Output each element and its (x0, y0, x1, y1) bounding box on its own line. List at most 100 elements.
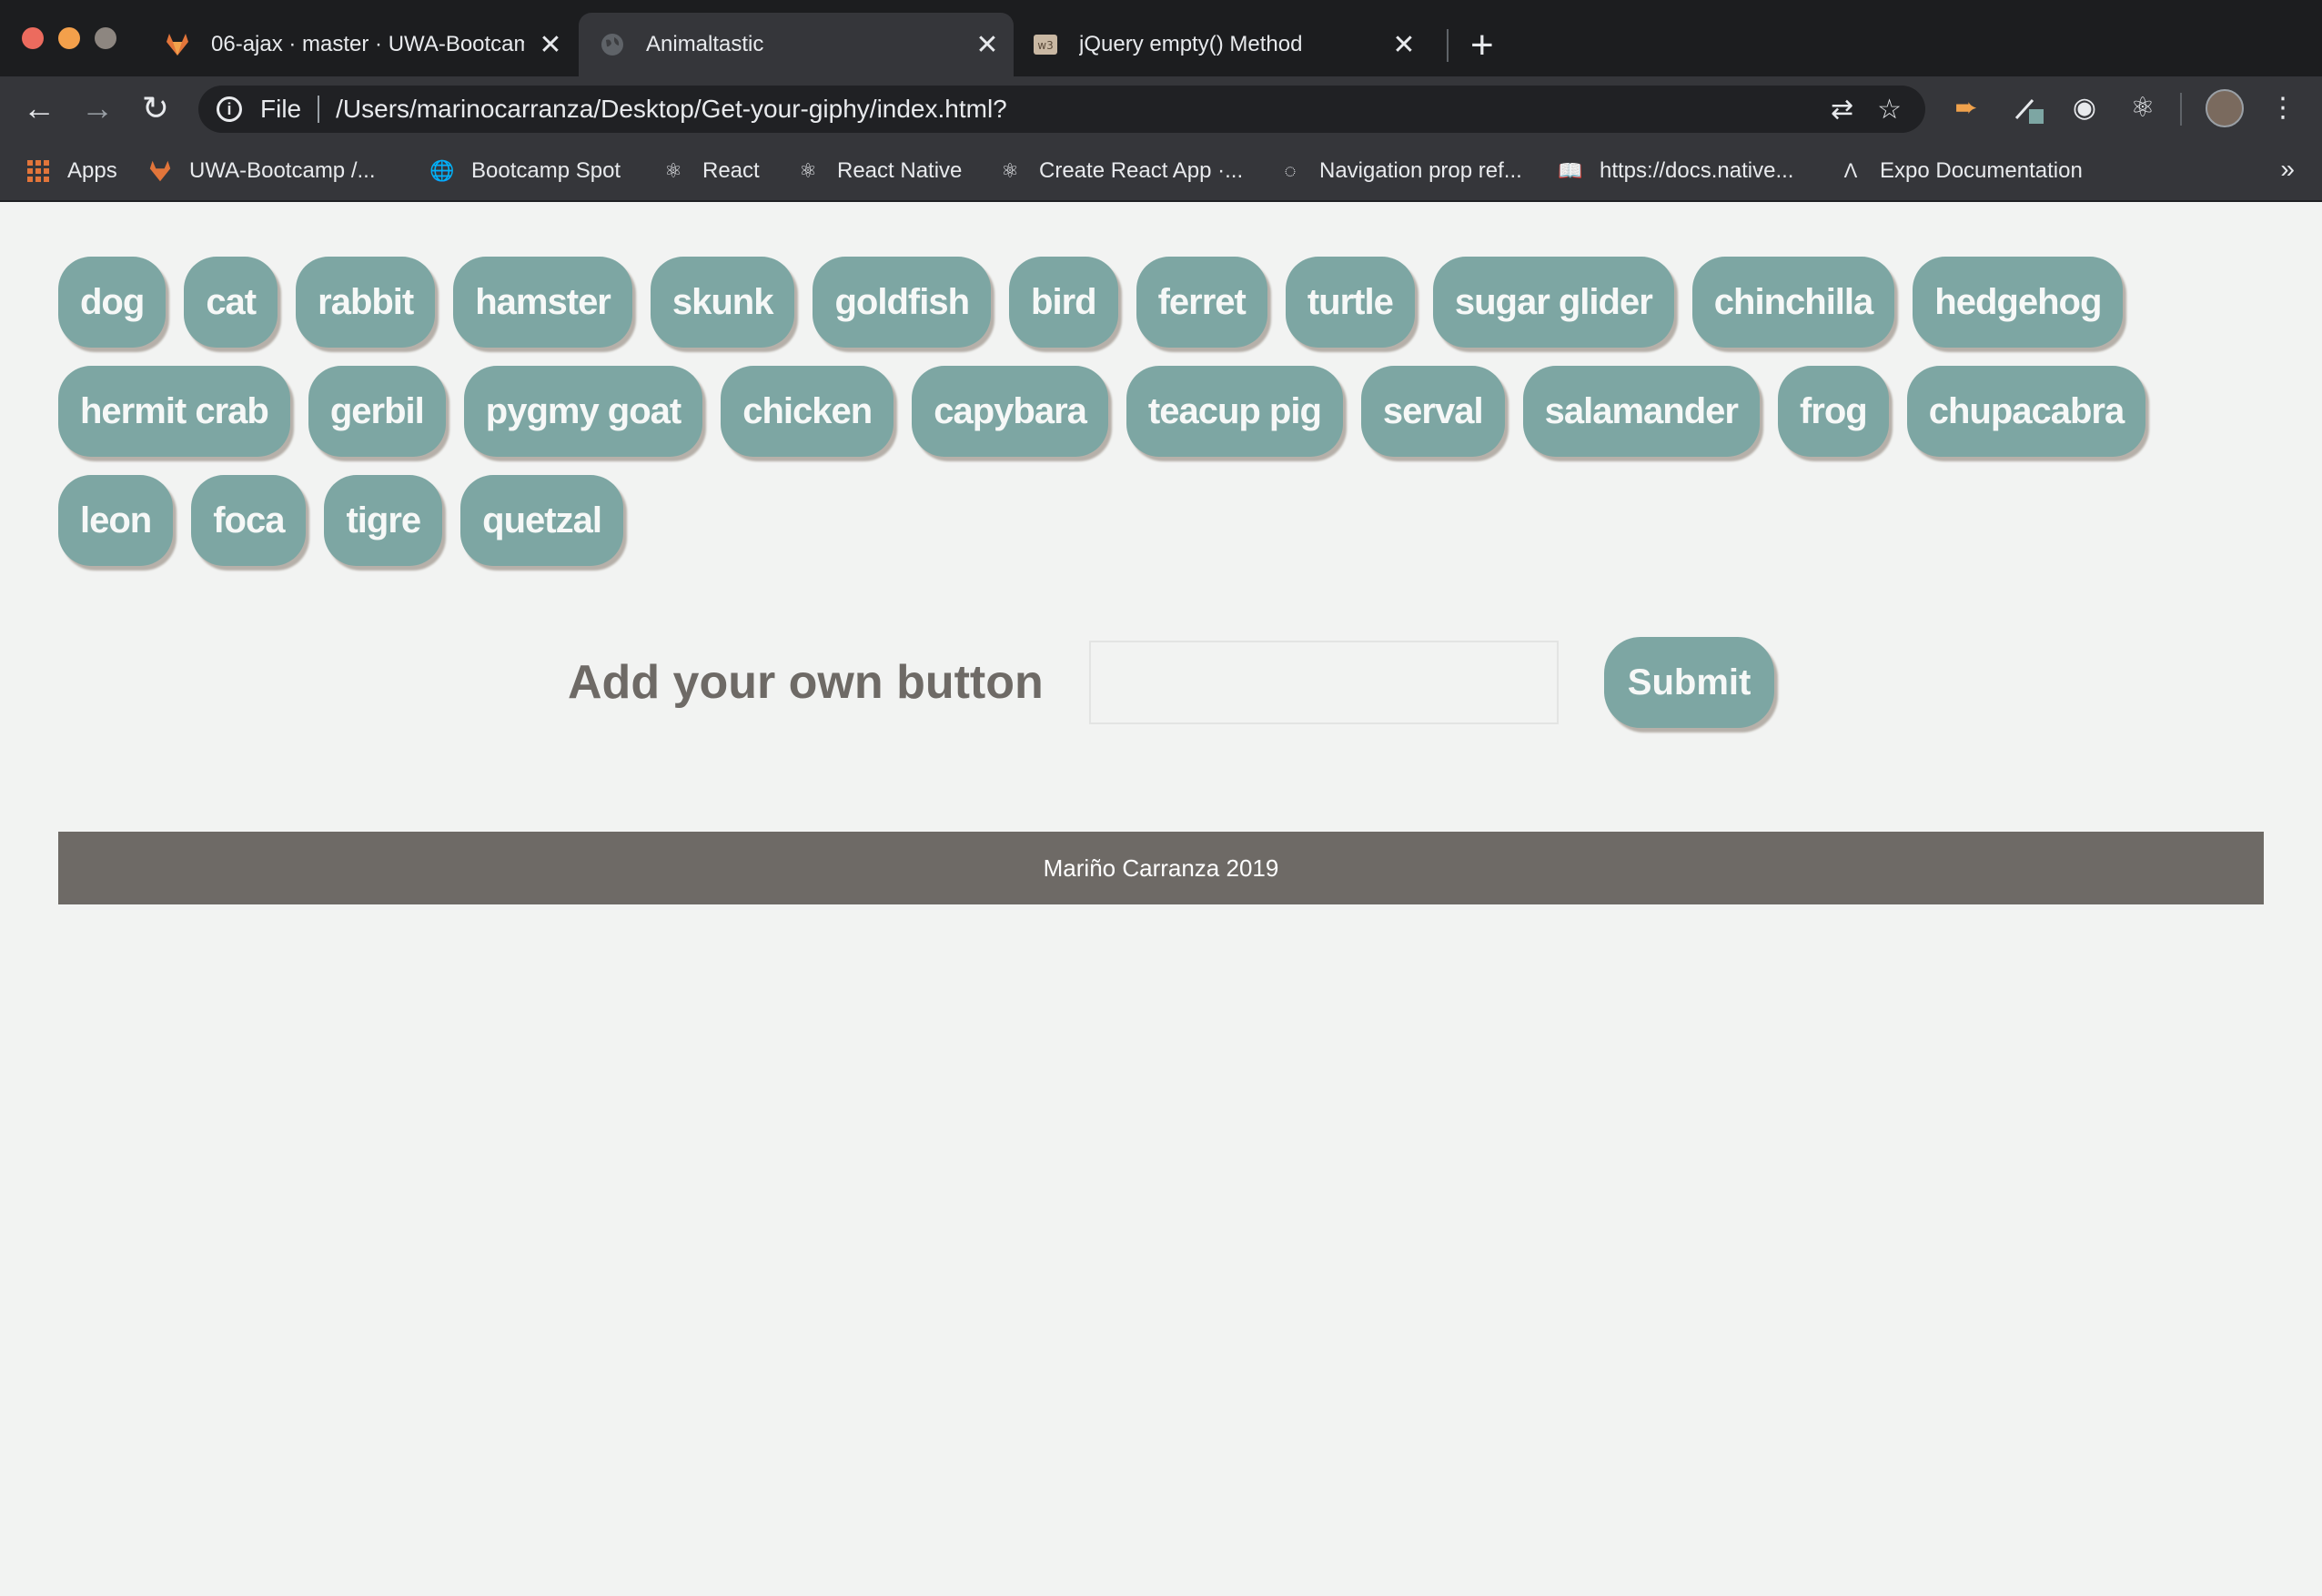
tab-separator (1447, 29, 1449, 62)
site-info-icon[interactable]: i (217, 96, 242, 122)
animal-button[interactable]: salamander (1522, 366, 1760, 457)
address-url[interactable]: /Users/marinocarranza/Desktop/Get-your-g… (336, 95, 1831, 124)
animal-button[interactable]: quetzal (460, 475, 623, 566)
more-menu-icon[interactable]: ⋮ (2266, 91, 2300, 126)
bookmark-label: Create React App ·... (1039, 158, 1244, 183)
animal-button[interactable]: rabbit (296, 257, 436, 348)
globe-icon: 🌐 (429, 159, 455, 182)
extension-circle-icon[interactable]: ◉ (2067, 91, 2102, 126)
animal-button[interactable]: tigre (324, 475, 443, 566)
animal-button[interactable]: frog (1777, 366, 1889, 457)
book-icon: 📖 (1558, 159, 1583, 182)
bookmark-docs-native[interactable]: 📖 https://docs.native... (1558, 155, 1793, 187)
extension-arrow-icon[interactable]: ➨ (1949, 91, 1984, 126)
animal-button[interactable]: turtle (1285, 257, 1415, 348)
animal-button[interactable]: hermit crab (58, 366, 290, 457)
animal-button[interactable]: foca (191, 475, 307, 566)
add-button-label: Add your own button (568, 656, 1044, 709)
tab-jquery-empty[interactable]: w3 jQuery empty() Method ✕ (1030, 13, 1430, 76)
expo-icon: Λ (1843, 159, 1858, 182)
submit-button[interactable]: Submit (1603, 637, 1775, 728)
page-content: dog cat rabbit hamster skunk goldfish bi… (0, 202, 2322, 1596)
animal-row: hermit crab gerbil pygmy goat chicken ca… (58, 366, 2151, 457)
address-scheme: File (260, 95, 302, 123)
footer: Mariño Carranza 2019 (58, 832, 2264, 904)
tab-title: 06-ajax · master · UWA-Bootcamp (211, 32, 524, 56)
animal-button[interactable]: skunk (650, 257, 795, 348)
bookmark-bootcamp-spot[interactable]: 🌐 Bootcamp Spot (429, 155, 621, 187)
bookmark-star-icon[interactable]: ☆ (1877, 94, 1902, 126)
bookmark-label: UWA-Bootcamp /... (189, 158, 376, 183)
react-devtools-icon[interactable]: ⚛ (2125, 91, 2160, 126)
bookmark-label: React Native (837, 158, 963, 183)
animal-button[interactable]: hedgehog (1913, 257, 2124, 348)
animal-button[interactable]: cat (184, 257, 278, 348)
toolbar-separator (2180, 93, 2182, 126)
animal-button-grid: dog cat rabbit hamster skunk goldfish bi… (58, 257, 2151, 584)
maximize-window-button[interactable] (95, 27, 116, 49)
animal-button[interactable]: hamster (453, 257, 632, 348)
footer-text: Mariño Carranza 2019 (1043, 854, 1279, 882)
animal-button[interactable]: teacup pig (1126, 366, 1343, 457)
animal-button[interactable]: ferret (1136, 257, 1267, 348)
color-picker-extension-icon[interactable] (2011, 91, 2045, 126)
tab-gitlab[interactable]: 06-ajax · master · UWA-Bootcamp ✕ (160, 13, 564, 76)
animal-button[interactable]: bird (1009, 257, 1118, 348)
close-icon[interactable]: ✕ (537, 29, 564, 61)
animal-button[interactable]: sugar glider (1432, 257, 1674, 348)
react-icon: ⚛ (799, 159, 817, 182)
tab-strip: 06-ajax · master · UWA-Bootcamp ✕ Animal… (0, 0, 2322, 76)
svg-text:w3: w3 (1037, 39, 1053, 52)
bookmark-create-react-app[interactable]: ⚛ Create React App ·... (997, 155, 1243, 187)
animal-button[interactable]: chinchilla (1691, 257, 1895, 348)
animal-button[interactable]: capybara (912, 366, 1108, 457)
circle-icon: ◌ (1284, 159, 1297, 182)
tab-title: Animaltastic (646, 32, 764, 56)
bookmark-apps[interactable]: Apps (25, 155, 117, 187)
bookmark-label: Expo Documentation (1880, 158, 2083, 183)
add-button-form: Add your own button Submit (568, 637, 1775, 728)
gitlab-icon (147, 158, 173, 184)
bookmark-label: React (702, 158, 760, 183)
avatar[interactable] (2206, 89, 2244, 127)
bookmark-expo-documentation[interactable]: Λ Expo Documentation (1838, 155, 2083, 187)
new-tab-button[interactable]: + (1470, 20, 1494, 71)
bookmark-label: Navigation prop ref... (1319, 158, 1522, 183)
reload-icon[interactable]: ↻ (133, 86, 178, 131)
close-window-button[interactable] (22, 27, 44, 49)
translate-icon[interactable]: ⇄ (1831, 94, 1853, 126)
address-divider (318, 96, 320, 123)
address-bar[interactable]: i File /Users/marinocarranza/Desktop/Get… (198, 86, 1925, 133)
animal-button[interactable]: dog (58, 257, 167, 348)
bookmark-uwa-bootcamp[interactable]: UWA-Bootcamp /... (147, 155, 376, 187)
close-icon[interactable]: ✕ (1390, 29, 1418, 61)
close-icon[interactable]: ✕ (974, 29, 1001, 61)
bookmark-label: https://docs.native... (1600, 158, 1794, 183)
animal-button[interactable]: pygmy goat (463, 366, 703, 457)
bookmark-react-native[interactable]: ⚛ React Native (795, 155, 962, 187)
back-icon[interactable]: ← (16, 86, 62, 131)
animal-button[interactable]: serval (1360, 366, 1505, 457)
animal-button[interactable]: gerbil (308, 366, 446, 457)
bookmarks-bar: Apps UWA-Bootcamp /... 🌐 Bootcamp Spot ⚛… (0, 140, 2322, 202)
animal-button[interactable]: goldfish (813, 257, 992, 348)
bookmark-react[interactable]: ⚛ React (661, 155, 760, 187)
animal-button[interactable]: chupacabra (1906, 366, 2146, 457)
animal-button[interactable]: chicken (721, 366, 894, 457)
minimize-window-button[interactable] (58, 27, 80, 49)
forward-icon[interactable]: → (75, 86, 120, 131)
globe-icon (601, 34, 623, 56)
tab-animaltastic[interactable]: Animaltastic ✕ (579, 13, 1014, 76)
w3schools-icon: w3 (1034, 35, 1057, 55)
animal-row: dog cat rabbit hamster skunk goldfish bi… (58, 257, 2151, 348)
bookmark-label: Bootcamp Spot (471, 158, 621, 183)
browser-toolbar: ← → ↻ i File /Users/marinocarranza/Deskt… (0, 76, 2322, 140)
tab-title: jQuery empty() Method (1079, 32, 1303, 56)
apps-grid-icon (25, 158, 51, 184)
bookmarks-overflow-button[interactable]: » (2280, 155, 2295, 184)
gitlab-icon (167, 34, 188, 56)
animal-button[interactable]: leon (58, 475, 174, 566)
new-animal-input[interactable] (1088, 641, 1559, 724)
eyedropper-icon (2014, 98, 2044, 124)
bookmark-navigation-prop[interactable]: ◌ Navigation prop ref... (1277, 155, 1522, 187)
